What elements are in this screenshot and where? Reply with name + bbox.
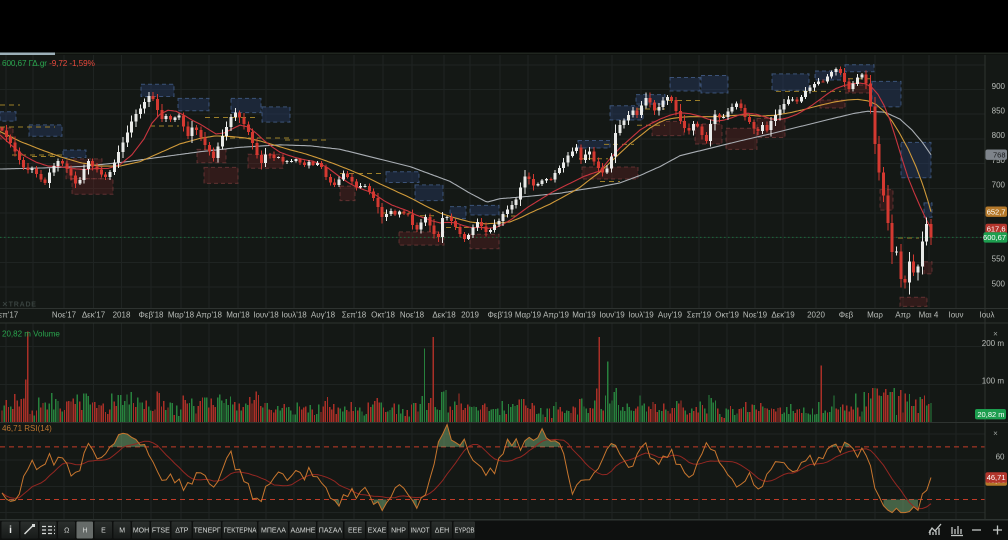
svg-text:Μαρ'18: Μαρ'18	[168, 311, 195, 320]
svg-text:M: M	[119, 528, 125, 535]
svg-text:Αυγ'19: Αυγ'19	[658, 311, 683, 320]
svg-text:ΑΔΜΗΕ: ΑΔΜΗΕ	[291, 528, 316, 535]
svg-text:Φεβ'18: Φεβ'18	[139, 311, 165, 320]
svg-text:Νοε'19: Νοε'19	[743, 311, 768, 320]
svg-text:×: ×	[993, 429, 998, 438]
svg-text:600,67: 600,67	[983, 233, 1006, 242]
svg-text:Δεκ'18: Δεκ'18	[432, 311, 456, 320]
svg-text:Σεπ'19: Σεπ'19	[687, 311, 712, 320]
svg-text:Ιουν: Ιουν	[948, 311, 963, 320]
svg-text:Φεβ: Φεβ	[839, 311, 854, 320]
svg-text:46,71 RSI(14): 46,71 RSI(14)	[2, 424, 52, 433]
svg-text:ΜΟΗ: ΜΟΗ	[133, 528, 149, 535]
svg-text:E: E	[101, 528, 106, 535]
svg-text:652,7: 652,7	[987, 207, 1006, 216]
svg-text:60: 60	[996, 452, 1005, 461]
svg-text:Δεκ'19: Δεκ'19	[771, 311, 795, 320]
svg-text:ΠΑΣΑΛ: ΠΑΣΑΛ	[319, 528, 343, 535]
svg-text:Ιουλ'18: Ιουλ'18	[281, 311, 307, 320]
svg-text:Απρ'18: Απρ'18	[196, 311, 222, 320]
svg-text:200 m: 200 m	[982, 339, 1005, 348]
svg-text:Μαρ'19: Μαρ'19	[515, 311, 542, 320]
svg-text:Οκτ'19: Οκτ'19	[715, 311, 739, 320]
svg-text:ΓΕΚΤΕΡΝΑ: ΓΕΚΤΕΡΝΑ	[224, 528, 257, 535]
svg-text:Αυγ'18: Αυγ'18	[311, 311, 336, 320]
svg-text:800: 800	[992, 131, 1006, 140]
svg-text:2018: 2018	[113, 311, 131, 320]
svg-text:Μαι'19: Μαι'19	[572, 311, 596, 320]
svg-text:ΕΕΕ: ΕΕΕ	[348, 528, 362, 535]
svg-text:Ιουλ'19: Ιουλ'19	[628, 311, 654, 320]
svg-text:ΔΕΗ: ΔΕΗ	[435, 528, 449, 535]
svg-text:ΙΝΛΟΤ: ΙΝΛΟΤ	[411, 528, 431, 535]
svg-text:500: 500	[992, 279, 1006, 288]
svg-text:700: 700	[992, 181, 1006, 190]
svg-text:ΕΥΡΩΒ: ΕΥΡΩΒ	[455, 528, 475, 535]
svg-text:Φεβ'19: Φεβ'19	[488, 311, 514, 320]
svg-text:768: 768	[993, 150, 1006, 159]
svg-text:Ιουλ: Ιουλ	[979, 311, 994, 320]
svg-text:Μαρ: Μαρ	[867, 311, 883, 320]
svg-text:FTSE: FTSE	[152, 528, 170, 535]
svg-text:Απρ: Απρ	[895, 311, 911, 320]
svg-text:Απρ'19: Απρ'19	[543, 311, 569, 320]
svg-text:20,82 m Volume: 20,82 m Volume	[2, 330, 60, 339]
svg-text:ΜΠΕΛΑ: ΜΠΕΛΑ	[261, 528, 286, 535]
svg-text:ΔΤΡ: ΔΤΡ	[175, 528, 189, 535]
svg-text:Μαι 4: Μαι 4	[919, 311, 939, 320]
svg-text:46,71: 46,71	[987, 473, 1006, 482]
svg-text:✕TRADE: ✕TRADE	[2, 302, 37, 309]
svg-text:900: 900	[992, 82, 1006, 91]
svg-text:Ιουν'18: Ιουν'18	[253, 311, 279, 320]
svg-text:550: 550	[992, 255, 1006, 264]
svg-text:ΕΧΑΕ: ΕΧΑΕ	[368, 528, 387, 535]
svg-text:Νοε'17: Νοε'17	[52, 311, 77, 320]
svg-text:100 m: 100 m	[982, 377, 1005, 386]
svg-text:Οκτ'18: Οκτ'18	[371, 311, 395, 320]
svg-text:ΤΕΝΕΡΓ: ΤΕΝΕΡΓ	[194, 528, 221, 535]
svg-text:Δεκ'17: Δεκ'17	[82, 311, 106, 320]
svg-text:H: H	[82, 528, 87, 535]
svg-text:20,82 m: 20,82 m	[977, 410, 1004, 419]
svg-text:Μαι'18: Μαι'18	[226, 311, 250, 320]
svg-text:i: i	[9, 525, 12, 536]
svg-text:Σεπ'17: Σεπ'17	[0, 311, 19, 320]
svg-text:2020: 2020	[807, 311, 825, 320]
svg-text:600,67 ΓΔ.gr -9,72 -1,59%: 600,67 ΓΔ.gr -9,72 -1,59%	[2, 59, 95, 68]
svg-text:ΝΗΡ: ΝΗΡ	[391, 528, 406, 535]
svg-text:Ω: Ω	[64, 528, 69, 535]
svg-text:2019: 2019	[461, 311, 479, 320]
svg-text:Ιουν'19: Ιουν'19	[599, 311, 625, 320]
svg-text:850: 850	[992, 107, 1006, 116]
svg-text:×: ×	[993, 329, 998, 338]
svg-text:Νοε'18: Νοε'18	[400, 311, 425, 320]
svg-text:Σεπ'18: Σεπ'18	[342, 311, 367, 320]
